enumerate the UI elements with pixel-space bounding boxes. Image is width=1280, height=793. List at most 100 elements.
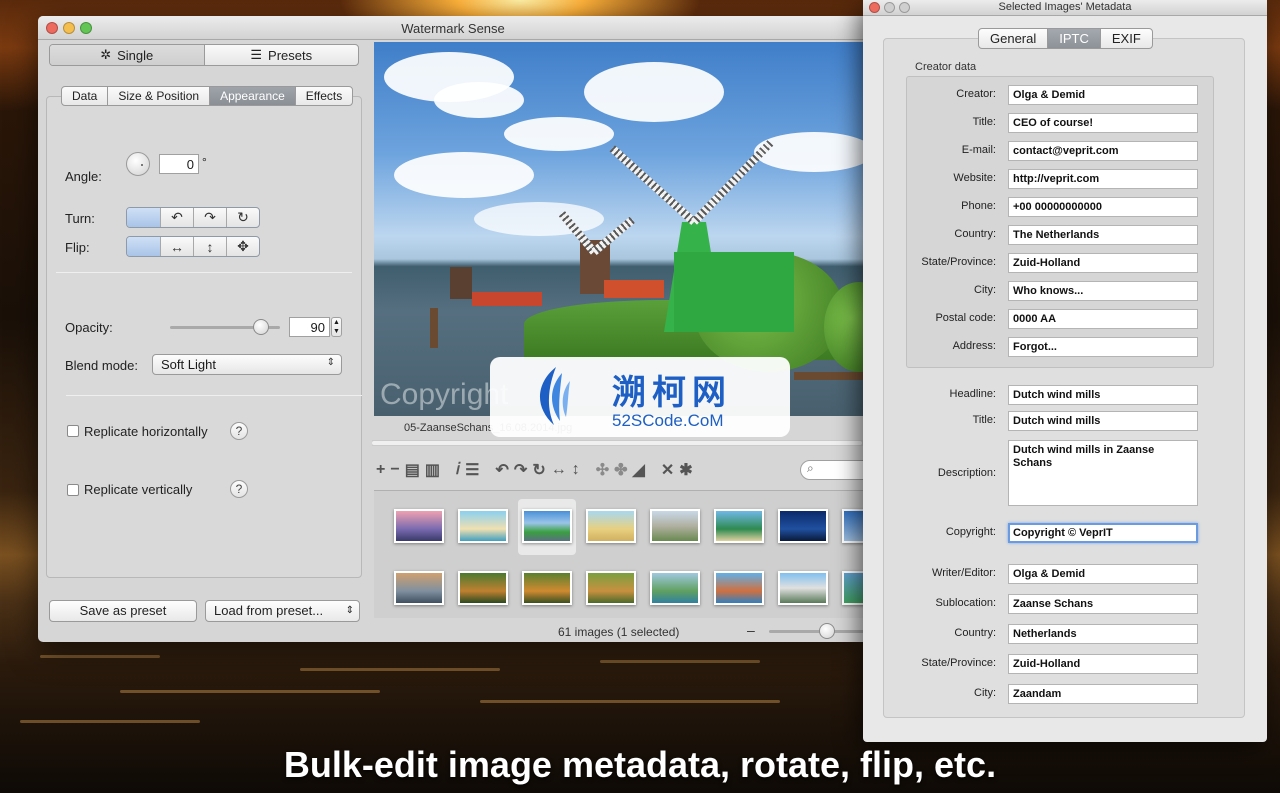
thumbnail[interactable]	[586, 571, 636, 605]
tab-general[interactable]: General	[979, 29, 1047, 48]
status-text: 61 images (1 selected)	[558, 625, 680, 639]
thumbnail[interactable]	[714, 571, 764, 605]
load-from-preset-label: Load from preset...	[214, 603, 324, 618]
zoom-out-icon[interactable]: –	[747, 622, 755, 638]
thumbnail-selected[interactable]	[522, 509, 572, 543]
thumbnail[interactable]	[394, 509, 444, 543]
chevron-updown-icon: ⇕	[326, 357, 335, 368]
headline-field-input[interactable]: Dutch wind mills	[1008, 385, 1198, 405]
angle-input[interactable]: 0	[159, 154, 199, 174]
thumbnail[interactable]	[522, 571, 572, 605]
thumbnail[interactable]	[394, 571, 444, 605]
title-field-input[interactable]: Dutch wind mills	[1008, 411, 1198, 431]
batch-icon[interactable]: ✤	[614, 460, 627, 480]
clear-all-icon[interactable]: ✱	[679, 460, 692, 480]
replicate-horizontally-checkbox[interactable]	[67, 425, 79, 437]
title-field-label: Title:	[972, 414, 996, 426]
tab-single[interactable]: ✲ Single	[50, 45, 204, 65]
creator-field-8-input[interactable]: 0000 AA	[1008, 309, 1198, 329]
creator-field-4-input[interactable]: +00 00000000000	[1008, 197, 1198, 217]
thumbnail[interactable]	[714, 509, 764, 543]
tab-effects[interactable]: Effects	[294, 87, 352, 105]
flip-vertical-icon[interactable]: ↕	[572, 461, 580, 479]
preview-scrollbar[interactable]	[372, 440, 868, 446]
rotate-left-icon[interactable]: ↶	[496, 460, 509, 480]
thumbnail-zoom-thumb[interactable]	[819, 623, 835, 639]
watermark-icon[interactable]: ✣	[596, 460, 609, 480]
load-from-preset-button[interactable]: Load from preset... ⇕	[205, 600, 360, 622]
angle-dial[interactable]	[126, 152, 150, 176]
thumbnail[interactable]	[778, 571, 828, 605]
creator-group-title: Creator data	[915, 61, 977, 73]
rotate-right-icon[interactable]: ↷	[193, 208, 226, 227]
turn-none[interactable]	[127, 208, 160, 227]
thumbnail[interactable]	[458, 509, 508, 543]
list-view-icon[interactable]: ☰	[465, 460, 479, 480]
creator-field-1-input[interactable]: CEO of course!	[1008, 113, 1198, 133]
flip-none[interactable]	[127, 237, 160, 256]
remove-icon[interactable]: −	[390, 461, 399, 479]
flip-horizontal-icon[interactable]: ↔	[160, 237, 193, 256]
bottom-field-3-label: State/Province:	[921, 657, 996, 669]
creator-field-7-input[interactable]: Who knows...	[1008, 281, 1198, 301]
help-icon[interactable]: ?	[230, 422, 248, 440]
rotate-left-icon[interactable]: ↶	[160, 208, 193, 227]
copyright-field-input[interactable]: Copyright © VeprIT	[1008, 523, 1198, 543]
thumbnail[interactable]	[650, 571, 700, 605]
search-input[interactable]: ⌕	[800, 460, 868, 480]
tab-exif[interactable]: EXIF	[1099, 29, 1152, 48]
opacity-slider-thumb[interactable]	[253, 319, 269, 335]
rotate-redo-icon[interactable]: ↻	[226, 208, 259, 227]
opacity-input[interactable]: 90	[289, 317, 330, 337]
bottom-field-2-input[interactable]: Netherlands	[1008, 624, 1198, 644]
tab-appearance[interactable]: Appearance	[209, 87, 295, 105]
blend-mode-label: Blend mode:	[65, 358, 138, 373]
site-watermark-logo: 溯柯网 52SCode.CoM	[490, 357, 790, 437]
flip-label: Flip:	[65, 240, 90, 255]
cloud-shape	[504, 117, 614, 151]
bottom-field-4-label: City:	[974, 687, 996, 699]
tab-data[interactable]: Data	[62, 87, 107, 105]
save-as-preset-button[interactable]: Save as preset	[49, 600, 197, 622]
thumbnail[interactable]	[458, 571, 508, 605]
replicate-vertically-checkbox[interactable]	[67, 484, 79, 496]
flip-horizontal-icon[interactable]: ↔	[551, 461, 567, 479]
creator-field-5-input[interactable]: The Netherlands	[1008, 225, 1198, 245]
divider	[66, 395, 362, 396]
creator-field-8-label: Postal code:	[935, 312, 996, 324]
bottom-field-1-input[interactable]: Zaanse Schans	[1008, 594, 1198, 614]
save-all-icon[interactable]: ▥	[425, 460, 440, 480]
tab-iptc[interactable]: IPTC	[1047, 29, 1100, 48]
rotate-right-icon[interactable]: ↷	[514, 460, 527, 480]
creator-field-2-input[interactable]: contact@veprit.com	[1008, 141, 1198, 161]
description-field-input[interactable]: Dutch wind mills in Zaanse Schans	[1008, 440, 1198, 506]
info-icon[interactable]: 𝑖	[456, 461, 460, 479]
help-icon[interactable]: ?	[230, 480, 248, 498]
clear-icon[interactable]: ✕	[661, 460, 674, 480]
thumbnail[interactable]	[650, 509, 700, 543]
bottom-field-3-input[interactable]: Zuid-Holland	[1008, 654, 1198, 674]
bottom-field-0-input[interactable]: Olga & Demid	[1008, 564, 1198, 584]
bottom-field-4-input[interactable]: Zaandam	[1008, 684, 1198, 704]
creator-field-7-label: City:	[974, 284, 996, 296]
tab-presets[interactable]: ☰ Presets	[203, 45, 359, 65]
opacity-stepper[interactable]: ▲ ▼	[331, 317, 342, 337]
image-toolbar: + − ▤ ▥ 𝑖 ☰ ↶ ↷ ↻ ↔ ↕ ✣ ✤ ◢ ✕ ✱	[374, 456, 868, 484]
background-decoration	[20, 720, 200, 723]
chevron-updown-icon: ⇕	[345, 605, 354, 616]
blend-mode-select[interactable]: Soft Light ⇕	[152, 354, 342, 375]
creator-field-0-input[interactable]: Olga & Demid	[1008, 85, 1198, 105]
flip-vertical-icon[interactable]: ↕	[193, 237, 226, 256]
tab-size-position[interactable]: Size & Position	[107, 87, 209, 105]
flip-both-icon[interactable]: ✥	[226, 237, 259, 256]
thumbnail[interactable]	[778, 509, 828, 543]
thumbnail[interactable]	[586, 509, 636, 543]
creator-field-9-input[interactable]: Forgot...	[1008, 337, 1198, 357]
rotate-redo-icon[interactable]: ↻	[532, 460, 545, 480]
windmill-shape	[450, 267, 472, 299]
add-icon[interactable]: +	[376, 461, 385, 479]
creator-field-6-input[interactable]: Zuid-Holland	[1008, 253, 1198, 273]
save-icon[interactable]: ▤	[405, 460, 420, 480]
stamp-icon[interactable]: ◢	[633, 460, 645, 480]
creator-field-3-input[interactable]: http://veprit.com	[1008, 169, 1198, 189]
